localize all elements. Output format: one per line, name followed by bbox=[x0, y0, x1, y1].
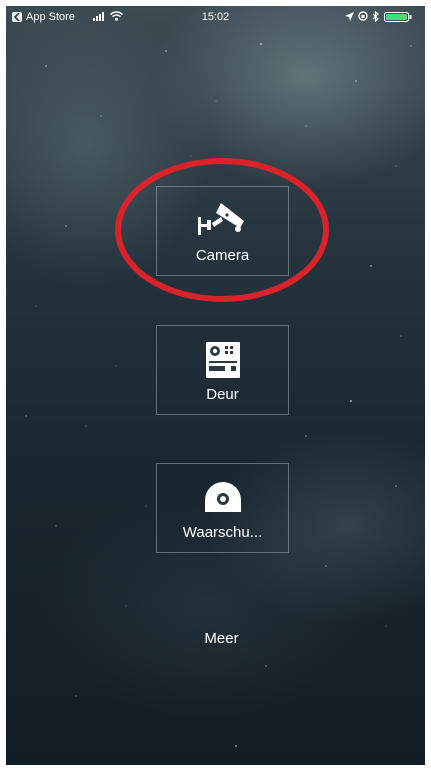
alarm-sensor-icon bbox=[204, 482, 241, 512]
app-screen: App Store 15:02 Camera Deur Waarschu... … bbox=[6, 6, 425, 765]
battery-icon bbox=[384, 12, 412, 22]
alert-tile[interactable]: Waarschu... bbox=[156, 463, 289, 553]
camera-tile[interactable]: Camera bbox=[156, 186, 289, 276]
location-icon bbox=[345, 12, 354, 21]
security-camera-icon bbox=[197, 203, 244, 235]
camera-tile-label: Camera bbox=[195, 247, 250, 264]
lock-rotation-icon bbox=[358, 11, 368, 21]
door-intercom-icon bbox=[205, 342, 240, 378]
more-link[interactable]: Meer bbox=[6, 630, 425, 647]
status-bar: App Store 15:02 bbox=[6, 6, 425, 30]
alert-tile-label: Waarschu... bbox=[182, 524, 263, 541]
door-tile-label: Deur bbox=[206, 386, 239, 403]
bluetooth-icon bbox=[372, 11, 379, 22]
door-tile[interactable]: Deur bbox=[156, 325, 289, 415]
